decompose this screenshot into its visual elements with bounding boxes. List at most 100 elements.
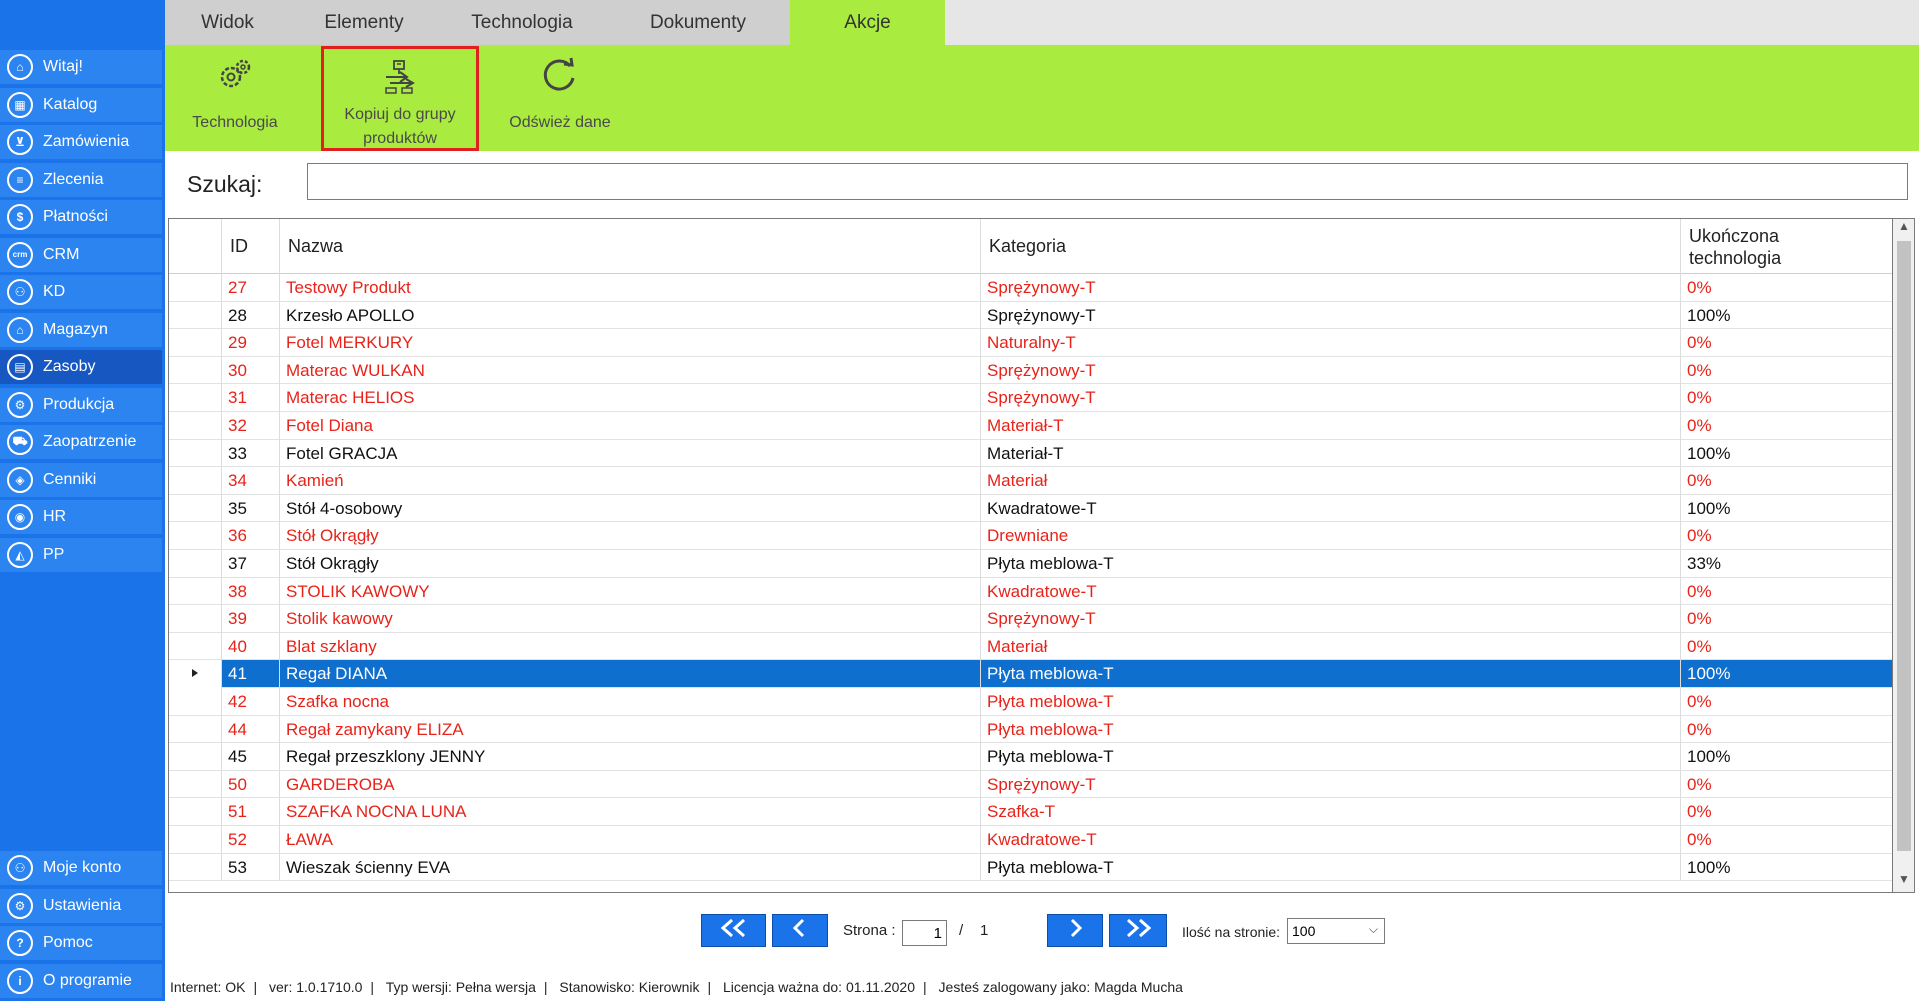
cell-tech[interactable]: 0% xyxy=(1680,632,1892,661)
cell-nazwa[interactable]: Regał przeszklony JENNY xyxy=(279,743,980,771)
tab-elementy[interactable]: Elementy xyxy=(290,0,438,45)
cell-kategoria[interactable]: Płyta meblowa-T xyxy=(980,743,1680,771)
sidebar-item-zaopatrzenie[interactable]: ⛟ Zaopatrzenie xyxy=(0,425,162,459)
cell-nazwa[interactable]: Krzesło APOLLO xyxy=(279,301,980,330)
row-selector[interactable] xyxy=(169,467,221,495)
sidebar-item-zamówienia[interactable]: ⊻ Zamówienia xyxy=(0,125,162,159)
cell-tech[interactable]: 0% xyxy=(1680,522,1892,550)
sidebar-item-hr[interactable]: ◉ HR xyxy=(0,500,162,534)
cell-kategoria[interactable]: Drewniane xyxy=(980,522,1680,550)
cell-nazwa[interactable]: GARDEROBA xyxy=(279,770,980,799)
column-header-kategoria[interactable]: Kategoria xyxy=(980,219,1680,274)
table-row[interactable]: 51 SZAFKA NOCNA LUNA Szafka-T 0% xyxy=(169,798,1892,826)
last-page-button[interactable] xyxy=(1109,914,1167,947)
row-selector[interactable] xyxy=(169,578,221,606)
sidebar-item-account[interactable]: ⚇ Moje konto xyxy=(0,851,162,885)
search-input[interactable] xyxy=(307,163,1908,200)
sidebar-item-zlecenia[interactable]: ≡ Zlecenia xyxy=(0,162,162,197)
table-row[interactable]: 53 Wieszak ścienny EVA Płyta meblowa-T 100% xyxy=(169,853,1892,882)
table-row[interactable]: 36 Stół Okrągły Drewniane 0% xyxy=(169,522,1892,550)
cell-kategoria[interactable]: Materiał-T xyxy=(980,412,1680,440)
cell-id[interactable]: 29 xyxy=(221,329,279,357)
cell-nazwa[interactable]: ŁAWA xyxy=(279,826,980,854)
row-selector[interactable] xyxy=(169,743,221,771)
row-selector[interactable] xyxy=(169,605,221,633)
row-selector[interactable] xyxy=(169,826,221,854)
cell-kategoria[interactable]: Sprężynowy-T xyxy=(980,384,1680,412)
table-row[interactable]: 29 Fotel MERKURY Naturalny-T 0% xyxy=(169,329,1892,357)
table-row[interactable]: 40 Blat szklany Materiał 0% xyxy=(169,632,1892,661)
cell-tech[interactable]: 100% xyxy=(1680,301,1892,330)
sidebar-item-kd[interactable]: ⚇ KD xyxy=(0,275,162,309)
sidebar-item-zasoby[interactable]: ▤ Zasoby xyxy=(0,350,162,384)
row-selector[interactable] xyxy=(169,660,221,688)
cell-id[interactable]: 39 xyxy=(221,605,279,633)
cell-kategoria[interactable]: Sprężynowy-T xyxy=(980,301,1680,330)
cell-nazwa[interactable]: Stół Okrągły xyxy=(279,522,980,550)
cell-kategoria[interactable]: Sprężynowy-T xyxy=(980,274,1680,302)
cell-id[interactable]: 42 xyxy=(221,688,279,716)
row-selector[interactable] xyxy=(169,688,221,716)
first-page-button[interactable] xyxy=(701,914,766,947)
cell-tech[interactable]: 0% xyxy=(1680,605,1892,633)
cell-kategoria[interactable]: Sprężynowy-T xyxy=(980,356,1680,385)
cell-nazwa[interactable]: Fotel GRACJA xyxy=(279,439,980,468)
table-row[interactable]: 41 Regał DIANA Płyta meblowa-T 100% xyxy=(169,660,1892,688)
cell-tech[interactable]: 100% xyxy=(1680,439,1892,468)
cell-id[interactable]: 52 xyxy=(221,826,279,854)
table-row[interactable]: 50 GARDEROBA Sprężynowy-T 0% xyxy=(169,770,1892,799)
cell-id[interactable]: 30 xyxy=(221,356,279,385)
cell-nazwa[interactable]: Stół Okrągły xyxy=(279,550,980,578)
cell-id[interactable]: 32 xyxy=(221,412,279,440)
cell-kategoria[interactable]: Materiał xyxy=(980,632,1680,661)
table-row[interactable]: 31 Materac HELIOS Sprężynowy-T 0% xyxy=(169,384,1892,412)
previous-page-button[interactable] xyxy=(772,914,828,947)
table-row[interactable]: 27 Testowy Produkt Sprężynowy-T 0% xyxy=(169,274,1892,302)
technologia-button[interactable]: Technologia xyxy=(185,45,285,151)
cell-tech[interactable]: 0% xyxy=(1680,770,1892,799)
table-row[interactable]: 42 Szafka nocna Płyta meblowa-T 0% xyxy=(169,688,1892,716)
cell-kategoria[interactable]: Kwadratowe-T xyxy=(980,577,1680,606)
row-selector[interactable] xyxy=(169,440,221,468)
sidebar-item-crm[interactable]: crm CRM xyxy=(0,237,162,272)
table-row[interactable]: 44 Regał zamykany ELIZA Płyta meblowa-T 0% xyxy=(169,715,1892,744)
tab-dokumenty[interactable]: Dokumenty xyxy=(606,0,790,45)
cell-kategoria[interactable]: Sprężynowy-T xyxy=(980,605,1680,633)
cell-nazwa[interactable]: Kamień xyxy=(279,467,980,495)
cell-id[interactable]: 44 xyxy=(221,715,279,744)
table-row[interactable]: 38 STOLIK KAWOWY Kwadratowe-T 0% xyxy=(169,577,1892,606)
cell-id[interactable]: 27 xyxy=(221,274,279,302)
row-selector[interactable] xyxy=(169,522,221,550)
tab-akcje[interactable]: Akcje xyxy=(790,0,945,45)
copy-to-product-group-button[interactable]: Kopiuj do grupy produktów xyxy=(321,46,479,151)
cell-kategoria[interactable]: Płyta meblowa-T xyxy=(980,715,1680,744)
sidebar-item-settings[interactable]: ⚙ Ustawienia xyxy=(0,888,162,923)
vertical-scrollbar[interactable]: ▲ ▼ xyxy=(1893,218,1915,893)
table-row[interactable]: 45 Regał przeszklony JENNY Płyta meblowa-T… xyxy=(169,743,1892,771)
cell-nazwa[interactable]: Testowy Produkt xyxy=(279,274,980,302)
scroll-down-icon[interactable]: ▼ xyxy=(1893,872,1915,892)
sidebar-item-płatności[interactable]: $ Płatności xyxy=(0,200,162,234)
row-selector[interactable] xyxy=(169,798,221,826)
sidebar-item-pp[interactable]: ◭ PP xyxy=(0,537,162,572)
sidebar-item-magazyn[interactable]: ⌂ Magazyn xyxy=(0,312,162,347)
cell-tech[interactable]: 0% xyxy=(1680,577,1892,606)
cell-kategoria[interactable]: Sprężynowy-T xyxy=(980,770,1680,799)
sidebar-item-witaj-[interactable]: ⌂ Witaj! xyxy=(0,50,162,84)
cell-nazwa[interactable]: Regał DIANA xyxy=(279,660,980,688)
cell-id[interactable]: 38 xyxy=(221,577,279,606)
next-page-button[interactable] xyxy=(1047,914,1103,947)
row-selector[interactable] xyxy=(169,771,221,799)
cell-tech[interactable]: 0% xyxy=(1680,356,1892,385)
row-selector[interactable] xyxy=(169,495,221,523)
table-row[interactable]: 52 ŁAWA Kwadratowe-T 0% xyxy=(169,826,1892,854)
cell-id[interactable]: 41 xyxy=(221,660,279,688)
cell-tech[interactable]: 0% xyxy=(1680,715,1892,744)
per-page-select[interactable]: 100 ⌵ xyxy=(1287,918,1385,944)
cell-kategoria[interactable]: Naturalny-T xyxy=(980,329,1680,357)
cell-id[interactable]: 35 xyxy=(221,494,279,523)
cell-tech[interactable]: 0% xyxy=(1680,467,1892,495)
cell-tech[interactable]: 0% xyxy=(1680,274,1892,302)
scroll-up-icon[interactable]: ▲ xyxy=(1893,219,1915,239)
row-selector[interactable] xyxy=(169,384,221,412)
